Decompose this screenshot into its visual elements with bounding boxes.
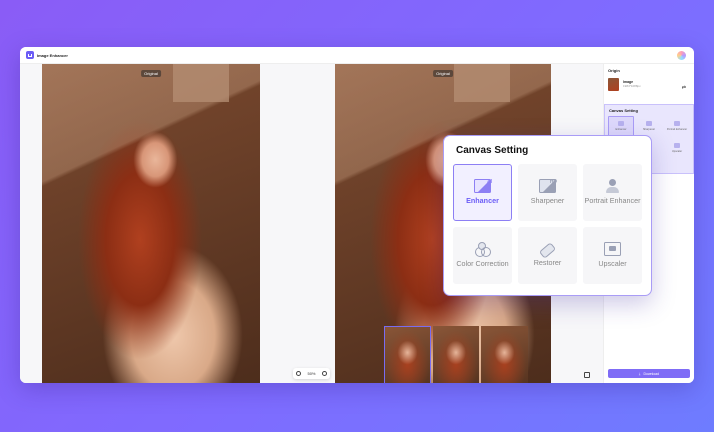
hd-image-icon: HD [539,179,557,194]
option-sharpener[interactable]: HD Sharpener [518,164,577,221]
original-label: Original [141,70,161,77]
origin-thumbnail [608,77,619,91]
original-photo: Original [42,64,260,383]
app-logo-icon [26,51,34,59]
option-enhancer[interactable]: AI Enhancer [453,164,512,221]
origin-image-card: Image 1984*1088px [608,76,690,92]
canvas-setting-heading: Canvas Setting [609,108,638,113]
ai-image-icon: AI [474,179,492,194]
option-label: Sharpener [530,196,565,206]
result-thumbnail[interactable] [481,326,529,383]
bandage-icon [538,242,557,259]
popup-title: Canvas Setting [456,145,529,156]
option-label: Restorer [533,258,562,268]
portrait-icon [604,179,621,194]
replace-image-icon[interactable]: ⇄ [682,85,686,91]
option-label: Portrait Enhancer [584,196,641,206]
option-label: Upscaler [598,259,627,269]
option-upscaler[interactable]: Upscaler [583,227,642,284]
mini-option-portrait-enhancer[interactable]: Portrait Enhancer [664,116,690,136]
option-color-correction[interactable]: Color Correction [453,227,512,284]
title-bar: Image Enhancer [20,47,694,64]
result-label: Original [433,70,453,77]
zoom-out-icon[interactable] [296,371,301,376]
compare-icon[interactable] [584,372,590,378]
option-portrait-enhancer[interactable]: Portrait Enhancer [583,164,642,221]
origin-image-size: 1984*1088px [623,84,641,88]
result-thumbnail[interactable] [432,326,480,383]
canvas-setting-popup: Canvas Setting AI Enhancer HD Sharpener … [443,135,652,296]
option-grid: AI Enhancer HD Sharpener Portrait Enhanc… [453,164,642,284]
color-circles-icon [474,242,491,258]
zoom-level: 50% [307,371,316,376]
app-title: Image Enhancer [37,52,68,58]
download-button[interactable]: ⤓ Download [608,369,690,378]
zoom-control: 50% [293,368,330,379]
option-label: Color Correction [456,259,509,269]
option-label: Enhancer [466,196,499,206]
result-thumbnail[interactable] [384,326,431,383]
result-thumbnails [384,326,529,383]
mini-option-sharpener[interactable]: Sharpener [636,116,662,136]
mini-option-enhancer[interactable]: Enhancer [608,116,634,136]
zoom-in-icon[interactable] [321,371,327,376]
mini-option-upscaler[interactable]: Upscaler [664,138,690,158]
user-avatar[interactable] [677,51,686,60]
download-icon: ⤓ [638,371,641,376]
origin-heading: Origin [608,68,620,73]
upscale-icon [604,242,621,257]
option-restorer[interactable]: Restorer [518,227,577,284]
